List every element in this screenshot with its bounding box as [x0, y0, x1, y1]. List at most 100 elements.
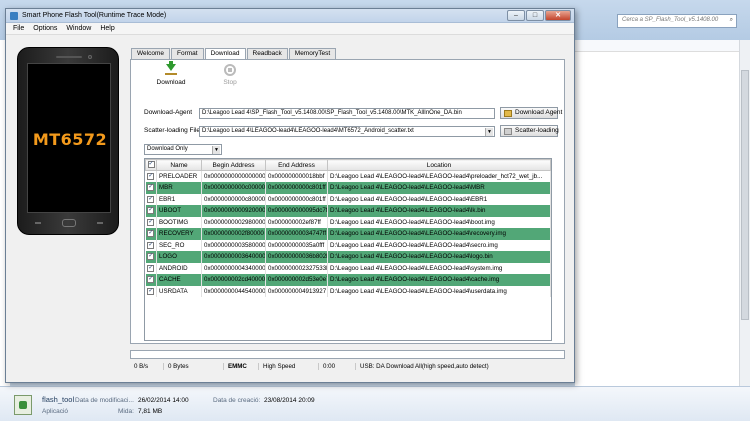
location-path: D:\Leagoo Lead 4\LEAGOO-lead4\LEAGOO-lea…: [327, 205, 551, 217]
row-checkbox[interactable]: ✓: [145, 239, 157, 251]
search-placeholder: Cerca a SP_Flash_Tool_v5.1408.00: [622, 17, 719, 23]
end-address: 0x000000002327533b: [265, 262, 328, 274]
row-checkbox[interactable]: ✓: [145, 251, 157, 263]
chevron-down-icon[interactable]: ▼: [485, 128, 493, 136]
tab-welcome[interactable]: Welcome: [131, 48, 170, 59]
minimize-button[interactable]: –: [507, 10, 525, 21]
tab-memorytest[interactable]: MemoryTest: [288, 48, 337, 59]
begin-address: 0x0000000003580000: [201, 239, 266, 251]
download-mode-select[interactable]: Download Only ▼: [144, 144, 222, 155]
menu-bar: File Options Window Help: [6, 23, 574, 35]
download-agent-path[interactable]: D:\Leagoo Lead 4\SP_Flash_Tool_v5.1408.0…: [199, 108, 495, 119]
location-path: D:\Leagoo Lead 4\LEAGOO-lead4\LEAGOO-lea…: [327, 228, 551, 240]
end-address: 0x00000000035a0fff: [265, 239, 328, 251]
partition-table: ✓ Name Begin Address End Address Locatio…: [144, 158, 552, 341]
col-begin-address[interactable]: Begin Address: [201, 159, 266, 171]
stop-icon: [224, 64, 236, 76]
maximize-button[interactable]: □: [526, 10, 544, 21]
download-agent-button-label: Download Agent: [515, 109, 563, 116]
table-row[interactable]: ✓ ANDROID 0x0000000004340000 0x000000002327…: [145, 262, 551, 274]
download-icon: [165, 61, 177, 76]
close-button[interactable]: ✕: [545, 10, 571, 21]
download-agent-button[interactable]: Download Agent: [500, 107, 562, 119]
begin-address: 0x0000000000c80000: [201, 193, 266, 205]
document-icon: [504, 128, 512, 135]
location-path: D:\Leagoo Lead 4\LEAGOO-lead4\LEAGOO-lea…: [327, 182, 551, 194]
phone-earpiece: [56, 56, 82, 58]
file-list-header: [575, 40, 750, 52]
status-message: USB: DA Download All(high speed,auto det…: [360, 363, 489, 370]
tab-readback[interactable]: Readback: [246, 48, 288, 59]
table-row[interactable]: ✓ RECOVERY 0x0000000002f80000 0x00000000034…: [145, 228, 551, 240]
app-icon: [10, 12, 18, 20]
end-address: 0x00000000034747ff: [265, 228, 328, 240]
begin-address: 0x0000000000000000: [201, 170, 266, 182]
location-path: D:\Leagoo Lead 4\LEAGOO-lead4\LEAGOO-lea…: [327, 239, 551, 251]
partition-name: CACHE: [156, 274, 202, 286]
end-address: 0x000000000018bbf: [265, 170, 328, 182]
begin-address: 0x0000000002980000: [201, 216, 266, 228]
scrollbar-thumb[interactable]: [741, 70, 749, 320]
table-row[interactable]: ✓ SEC_RO 0x0000000003580000 0x00000000035a0…: [145, 239, 551, 251]
menu-window[interactable]: Window: [66, 25, 91, 32]
table-row[interactable]: ✓ MBR 0x0000000000c00000 0x0000000000c801ff…: [145, 182, 551, 194]
phone-home-button: [62, 219, 76, 227]
status-storage: EMMC: [224, 363, 259, 370]
download-label: Download: [156, 79, 186, 86]
menu-file[interactable]: File: [13, 25, 24, 32]
end-address: 0x000000004913927: [265, 285, 328, 297]
menu-help[interactable]: Help: [100, 25, 114, 32]
row-checkbox[interactable]: ✓: [145, 170, 157, 182]
row-checkbox[interactable]: ✓: [145, 216, 157, 228]
row-checkbox[interactable]: ✓: [145, 285, 157, 297]
scatter-file-path[interactable]: D:\Leagoo Lead 4\LEAGOO-lead4\LEAGOO-lea…: [199, 126, 495, 137]
status-bytes: 0 Bytes: [164, 363, 224, 370]
partition-name: MBR: [156, 182, 202, 194]
tab-format[interactable]: Format: [170, 48, 204, 59]
location-path: D:\Leagoo Lead 4\LEAGOO-lead4\LEAGOO-lea…: [327, 193, 551, 205]
row-checkbox[interactable]: ✓: [145, 274, 157, 286]
end-address: 0x000000000095dc7f: [265, 205, 328, 217]
col-name[interactable]: Name: [156, 159, 202, 171]
scatter-loading-button[interactable]: Scatter-loading: [500, 125, 559, 137]
row-checkbox[interactable]: ✓: [145, 182, 157, 194]
details-pane: flash_tool Aplicació Data de modificaci.…: [0, 386, 750, 421]
menu-options[interactable]: Options: [33, 25, 57, 32]
table-row[interactable]: ✓ PRELOADER 0x0000000000000000 0x0000000000…: [145, 170, 551, 182]
stop-label: Stop: [223, 79, 237, 86]
table-row[interactable]: ✓ USRDATA 0x0000000044540000 0x000000004913…: [145, 285, 551, 297]
row-checkbox[interactable]: ✓: [145, 193, 157, 205]
col-location[interactable]: Location: [327, 159, 551, 171]
row-checkbox[interactable]: ✓: [145, 262, 157, 274]
row-checkbox[interactable]: ✓: [145, 205, 157, 217]
stop-button[interactable]: Stop: [210, 64, 250, 86]
explorer-file-list[interactable]: [575, 40, 750, 386]
col-end-address[interactable]: End Address: [265, 159, 328, 171]
search-input[interactable]: Cerca a SP_Flash_Tool_v5.1408.00 ⌕: [617, 14, 737, 28]
folder-icon: [504, 110, 512, 117]
end-address: 0x000000002d53e0e7: [265, 274, 328, 286]
end-address: 0x0000000000c801ff: [265, 193, 328, 205]
row-checkbox[interactable]: ✓: [145, 228, 157, 240]
select-all-checkbox[interactable]: ✓: [145, 159, 157, 171]
location-path: D:\Leagoo Lead 4\LEAGOO-lead4\LEAGOO-lea…: [327, 262, 551, 274]
table-row[interactable]: ✓ BOOTIMG 0x0000000002980000 0x000000002ef8…: [145, 216, 551, 228]
search-icon[interactable]: ⌕: [730, 17, 733, 24]
chevron-down-icon[interactable]: ▼: [212, 146, 220, 154]
table-header-row: ✓ Name Begin Address End Address Locatio…: [145, 159, 551, 171]
location-path: D:\Leagoo Lead 4\LEAGOO-lead4\LEAGOO-lea…: [327, 274, 551, 286]
download-button[interactable]: Download: [151, 61, 191, 86]
explorer-scrollbar[interactable]: [739, 40, 750, 386]
title-bar[interactable]: Smart Phone Flash Tool(Runtime Trace Mod…: [6, 9, 574, 23]
download-mode-value: Download Only: [147, 146, 188, 152]
end-address: 0x0000000000c801ff: [265, 182, 328, 194]
location-path: D:\Leagoo Lead 4\LEAGOO-lead4\LEAGOO-lea…: [327, 216, 551, 228]
size-label: Mida:: [118, 408, 134, 415]
table-row[interactable]: ✓ LOGO 0x0000000003640000 0x00000000036b802…: [145, 251, 551, 263]
table-row[interactable]: ✓ EBR1 0x0000000000c80000 0x0000000000c801f…: [145, 193, 551, 205]
table-row[interactable]: ✓ UBOOT 0x0000000000920000 0x000000000095dc…: [145, 205, 551, 217]
table-row[interactable]: ✓ CACHE 0x000000002cd40000 0x000000002d53e0…: [145, 274, 551, 286]
download-agent-label: Download-Agent: [144, 109, 193, 116]
scatter-loading-button-label: Scatter-loading: [515, 127, 559, 134]
partition-name: LOGO: [156, 251, 202, 263]
